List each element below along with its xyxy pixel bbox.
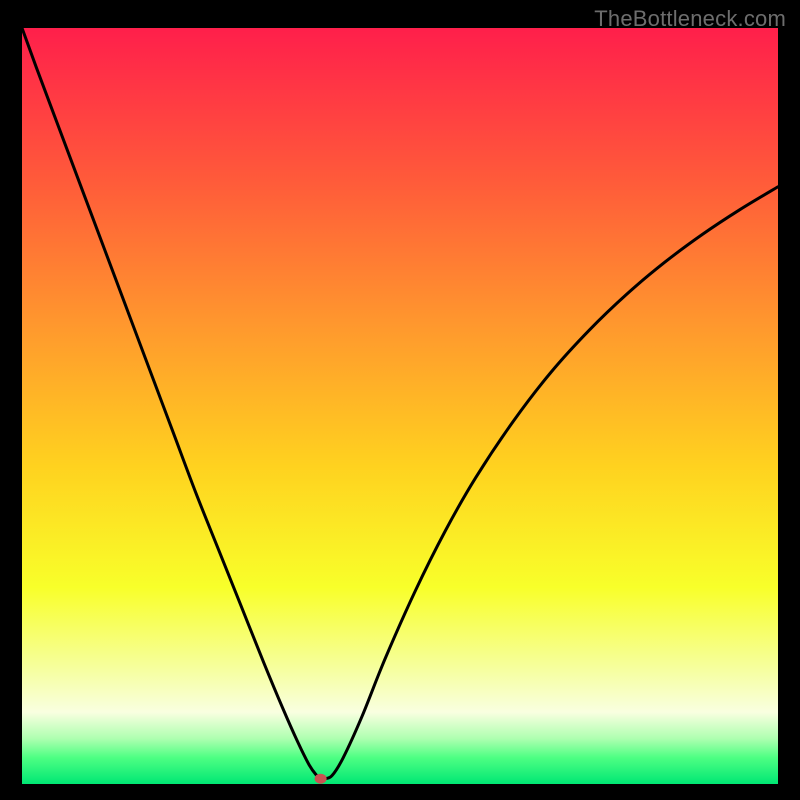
chart-svg [22, 28, 778, 784]
plot-area [22, 28, 778, 784]
minimum-marker [315, 774, 327, 784]
chart-frame: TheBottleneck.com [0, 0, 800, 800]
watermark-text: TheBottleneck.com [594, 6, 786, 32]
gradient-background [22, 28, 778, 784]
